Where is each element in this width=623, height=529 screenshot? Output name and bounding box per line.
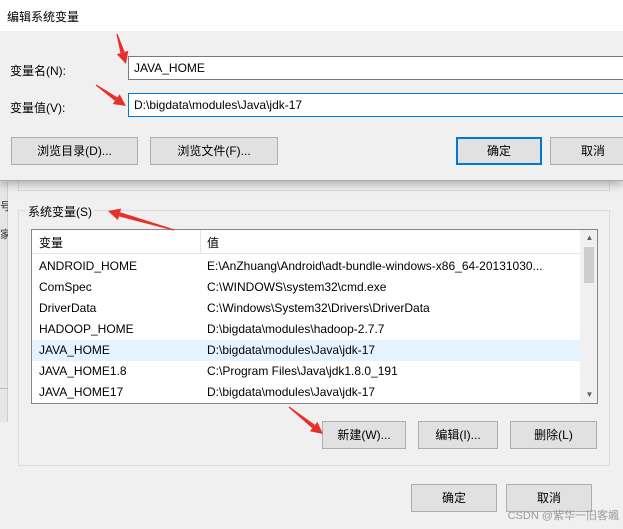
variable-name-input[interactable]: [128, 56, 623, 80]
browse-directory-button[interactable]: 浏览目录(D)...: [11, 137, 138, 165]
variable-value: D:\bigdata\modules\Java\jdk-17: [207, 343, 376, 357]
system-variables-title: 系统变量(S): [26, 203, 94, 220]
variable-name: ComSpec: [39, 280, 92, 294]
variable-name: JAVA_HOME: [39, 343, 110, 357]
variable-value: D:\bigdata\modules\hadoop-2.7.7: [207, 322, 385, 336]
dialog-title-bar[interactable]: 编辑系统变量: [0, 0, 623, 31]
variable-name: DriverData: [39, 301, 97, 315]
table-row[interactable]: ANDROID_HOME E:\AnZhuang\Android\adt-bun…: [32, 256, 580, 277]
column-separator[interactable]: [200, 230, 201, 254]
watermark: CSDN @紫华一旧客颯: [507, 510, 619, 522]
table-row-selected[interactable]: JAVA_HOME D:\bigdata\modules\Java\jdk-17: [32, 340, 580, 361]
variable-name-label: 变量名(N):: [10, 64, 66, 78]
system-variables-list[interactable]: 变量 值 ANDROID_HOME E:\AnZhuang\Android\ad…: [31, 229, 598, 404]
scroll-up-icon[interactable]: ▲: [581, 231, 597, 245]
delete-variable-button[interactable]: 删除(L): [510, 421, 597, 449]
parent-text-fragment: 号: [0, 201, 8, 213]
variable-value: E:\AnZhuang\Android\adt-bundle-windows-x…: [207, 259, 543, 273]
variable-name: JAVA_HOME17: [39, 385, 124, 399]
browse-file-button[interactable]: 浏览文件(F)...: [150, 137, 278, 165]
variable-value-input[interactable]: [128, 93, 623, 117]
variable-name: HADOOP_HOME: [39, 322, 134, 336]
ok-button[interactable]: 确定: [411, 484, 497, 512]
variable-value: C:\Program Files\Java\jdk1.8.0_191: [207, 364, 398, 378]
edit-variable-button[interactable]: 编辑(I)...: [418, 421, 498, 449]
list-header: 变量 值: [32, 230, 580, 254]
table-row[interactable]: JAVA_HOME1.8 C:\Program Files\Java\jdk1.…: [32, 361, 580, 382]
table-row[interactable]: DriverData C:\Windows\System32\Drivers\D…: [32, 298, 580, 319]
divider: [0, 388, 8, 389]
parent-window-edge: [0, 182, 8, 422]
variable-name: JAVA_HOME1.8: [39, 364, 127, 378]
table-row[interactable]: HADOOP_HOME D:\bigdata\modules\hadoop-2.…: [32, 319, 580, 340]
variable-value: D:\bigdata\modules\Java\jdk-17: [207, 385, 376, 399]
parent-text-fragment: 家: [0, 229, 8, 241]
edit-cancel-button[interactable]: 取消: [550, 137, 623, 165]
new-variable-button[interactable]: 新建(W)...: [322, 421, 406, 449]
variable-value: C:\Windows\System32\Drivers\DriverData: [207, 301, 430, 315]
table-row[interactable]: ComSpec C:\WINDOWS\system32\cmd.exe: [32, 277, 580, 298]
edit-system-variable-dialog: 编辑系统变量 变量名(N): 变量值(V): 浏览目录(D)... 浏览文件(F…: [0, 0, 623, 181]
scrollbar-thumb[interactable]: [584, 247, 594, 283]
edit-ok-button[interactable]: 确定: [456, 137, 542, 165]
variable-value: C:\WINDOWS\system32\cmd.exe: [207, 280, 387, 294]
table-row[interactable]: JAVA_HOME17 D:\bigdata\modules\Java\jdk-…: [32, 382, 580, 403]
column-header-value[interactable]: 值: [207, 234, 219, 251]
dialog-title: 编辑系统变量: [7, 10, 80, 24]
variable-value-label: 变量值(V):: [10, 101, 66, 115]
scroll-down-icon[interactable]: ▼: [581, 388, 597, 402]
vertical-scrollbar[interactable]: ▲ ▼: [580, 230, 597, 403]
column-header-variable[interactable]: 变量: [39, 234, 63, 251]
variable-name: ANDROID_HOME: [39, 259, 138, 273]
